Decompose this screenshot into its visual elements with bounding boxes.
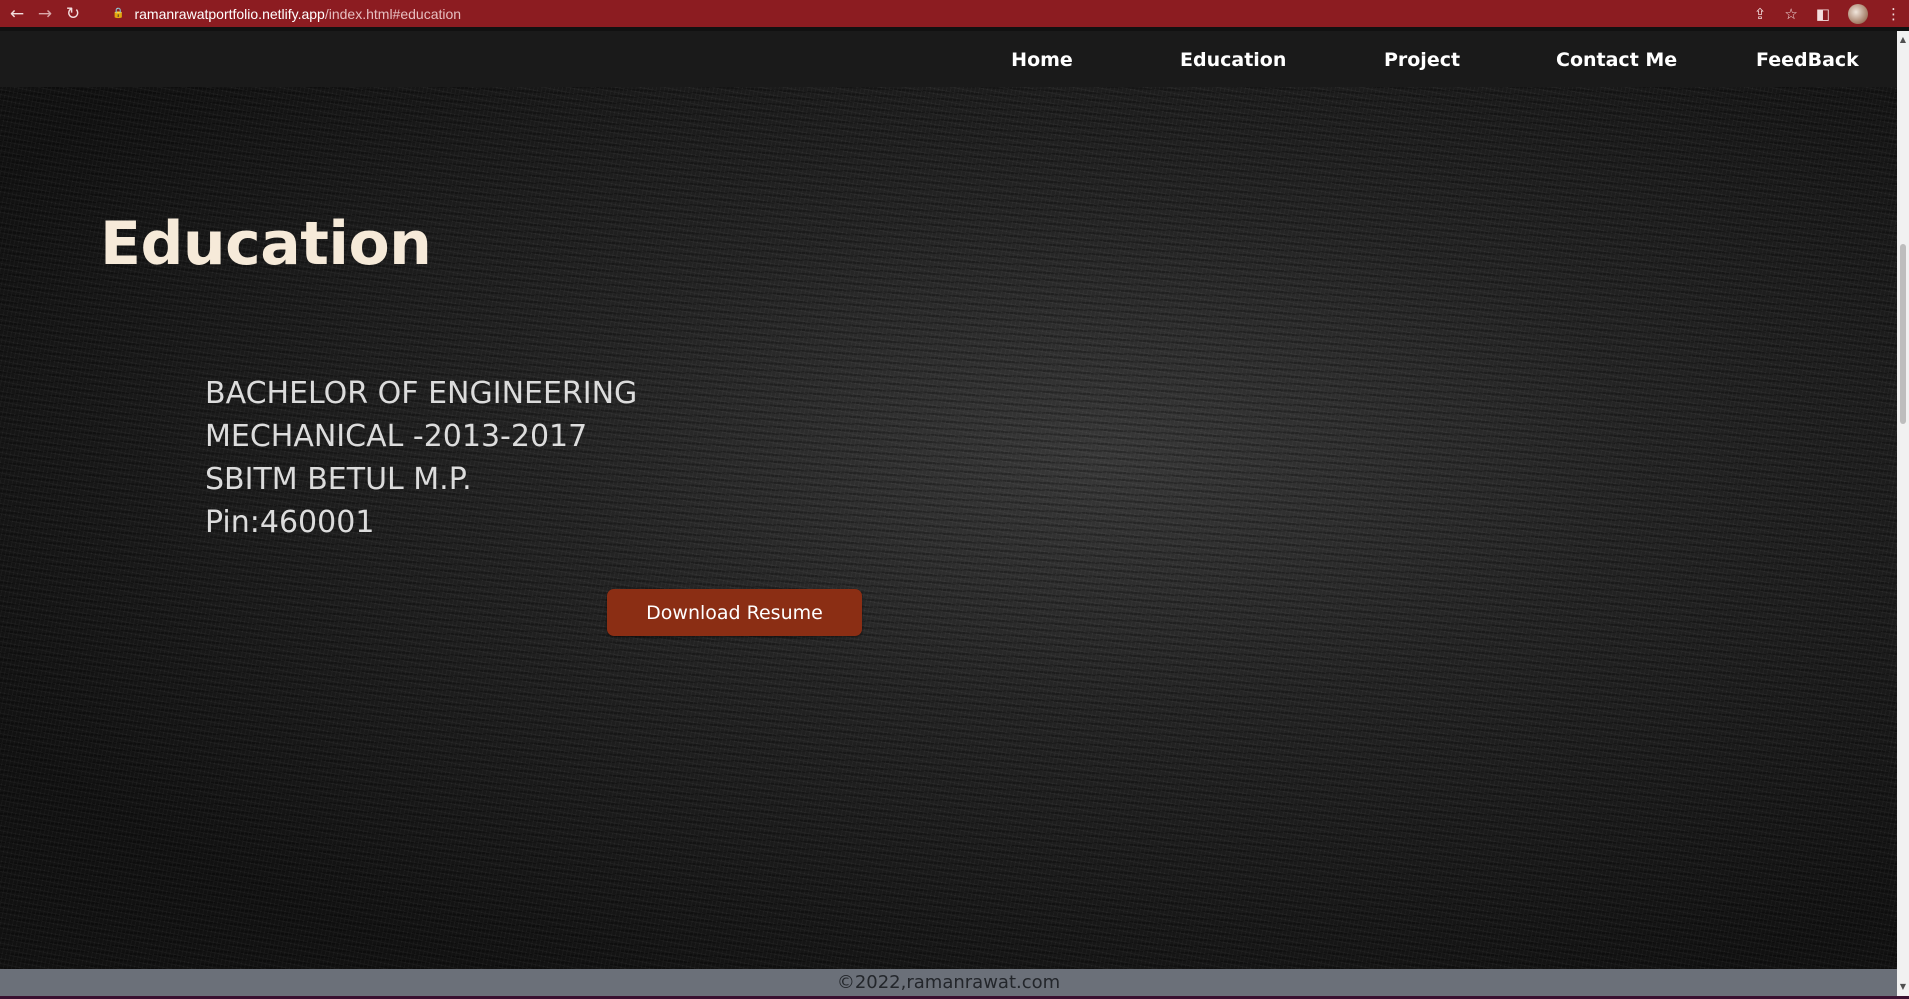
profile-avatar[interactable] (1848, 3, 1868, 24)
section-title: Education (100, 209, 432, 279)
nav-link-contact-me[interactable]: Contact Me (1556, 31, 1677, 87)
back-arrow-icon[interactable]: ← (6, 3, 28, 25)
scrollbar-thumb[interactable] (1900, 244, 1906, 424)
college-line: SBITM BETUL M.P. (205, 462, 472, 497)
site-footer: ©2022,ramanrawat.com (0, 969, 1897, 996)
reload-icon[interactable]: ↻ (62, 3, 84, 25)
branch-line: MECHANICAL -2013-2017 (205, 419, 588, 454)
page-scrollbar[interactable]: ▲ ▼ (1897, 31, 1909, 996)
nav-link-project[interactable]: Project (1381, 31, 1463, 87)
side-panel-icon[interactable]: ◧ (1816, 5, 1830, 23)
nav-link-education[interactable]: Education (1180, 31, 1286, 87)
url-path: /index.html#education (324, 5, 462, 22)
url-host: ramanrawatportfolio.netlify.app (134, 5, 325, 22)
address-bar[interactable]: 🔒 ramanrawatportfolio.netlify.app/index.… (112, 6, 461, 22)
share-icon[interactable]: ⇪ (1754, 5, 1767, 23)
more-menu-icon[interactable]: ⋮ (1886, 5, 1901, 23)
scroll-up-arrow-icon[interactable]: ▲ (1897, 33, 1909, 47)
education-section: Education BACHELOR OF ENGINEERING MECHAN… (0, 87, 1897, 969)
site-navbar: Home Education Project Contact Me FeedBa… (0, 31, 1897, 87)
browser-actions: ⇪ ☆ ◧ ⋮ (1754, 0, 1901, 27)
education-details: BACHELOR OF ENGINEERING MECHANICAL -2013… (205, 372, 637, 544)
scroll-down-arrow-icon[interactable]: ▼ (1897, 980, 1909, 994)
nav-link-feedback[interactable]: FeedBack (1756, 31, 1859, 87)
footer-copyright: ©2022,ramanrawat.com (836, 972, 1061, 993)
pin-line: Pin:460001 (205, 505, 375, 540)
degree-line: BACHELOR OF ENGINEERING (205, 376, 638, 411)
browser-toolbar: ← → ↻ 🔒 ramanrawatportfolio.netlify.app /… (0, 0, 1909, 27)
lock-icon[interactable]: 🔒 (112, 8, 124, 19)
forward-arrow-icon[interactable]: → (34, 3, 56, 25)
bookmark-star-icon[interactable]: ☆ (1784, 5, 1797, 23)
download-resume-button[interactable]: Download Resume (607, 589, 862, 636)
nav-link-home[interactable]: Home (1000, 31, 1084, 87)
